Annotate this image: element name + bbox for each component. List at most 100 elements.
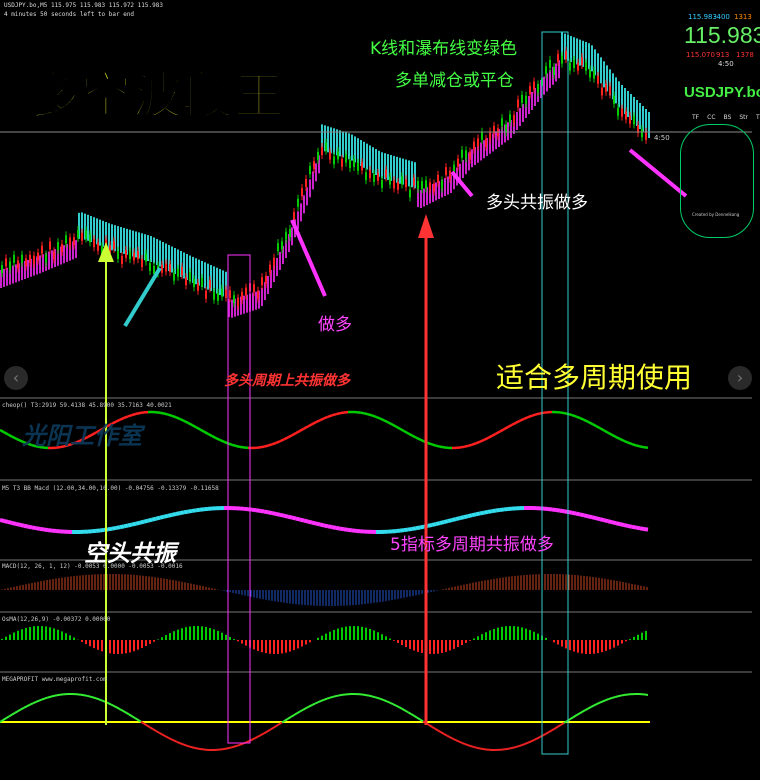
candle-body: [561, 55, 563, 64]
dashboard-tab-cc[interactable]: CC: [707, 114, 715, 121]
candle-body: [613, 95, 615, 104]
candle-body: [537, 84, 539, 93]
waterfall-bar: [183, 252, 185, 279]
megaprofit-segment: [116, 706, 121, 711]
candle-body: [161, 264, 163, 273]
ind1-segment: [383, 419, 389, 424]
ind1-segment: [7, 433, 13, 438]
ind2-segment: [339, 526, 345, 532]
waterfall-bar: [570, 36, 572, 62]
waterfall-bar: [75, 240, 77, 259]
waterfall-bar: [51, 250, 53, 269]
ind2-segment: [127, 522, 133, 528]
candle-body: [305, 178, 307, 187]
scroll-left-icon[interactable]: ‹: [4, 366, 28, 390]
candle-body: [73, 237, 75, 246]
waterfall-bar: [372, 147, 374, 174]
ind2-segment: [315, 521, 321, 527]
candle-body: [153, 265, 155, 274]
candle-body: [1, 265, 3, 274]
candle-body: [401, 176, 403, 185]
megaprofit-segment: [326, 696, 331, 700]
ind2-segment: [295, 516, 301, 522]
ind1-segment: [491, 432, 497, 437]
dashboard-credit: Created by Dennelkang: [692, 212, 740, 217]
megaprofit-segment: [194, 747, 199, 750]
megaprofit-segment: [464, 743, 469, 747]
waterfall-bar: [147, 235, 149, 262]
scroll-right-icon[interactable]: ›: [728, 366, 752, 390]
megaprofit-segment: [5, 715, 10, 720]
waterfall-bar: [255, 291, 257, 310]
ind2-segment: [323, 523, 329, 529]
megaprofit-segment: [89, 695, 94, 699]
ind2-segment: [591, 515, 597, 521]
megaprofit-segment: [161, 733, 166, 737]
megaprofit-segment: [314, 701, 319, 705]
candle-body: [33, 255, 35, 264]
ind2-segment: [579, 512, 585, 518]
ind1-segment: [495, 430, 501, 435]
ind1-segment: [583, 418, 589, 423]
ind1-segment: [279, 438, 285, 443]
megaprofit-segment: [533, 737, 538, 741]
ind2-segment: [195, 507, 201, 513]
megaprofit-segment: [440, 731, 445, 735]
candle-body: [25, 258, 27, 267]
candle-body: [617, 107, 619, 116]
kline-note-line2: 多单减仓或平仓: [395, 71, 514, 91]
ind2-segment: [331, 525, 337, 530]
megaprofit-segment: [596, 701, 601, 705]
dashboard-tab-bs[interactable]: BS: [724, 114, 732, 121]
candle-body: [289, 229, 291, 238]
megaprofit-segment: [8, 713, 13, 718]
ind1-segment: [195, 426, 201, 431]
ind2-segment: [251, 507, 257, 513]
candle-body: [553, 67, 555, 76]
megaprofit-segment: [467, 744, 472, 748]
ind2-segment: [11, 521, 17, 526]
candle-body: [205, 290, 207, 299]
ind1-segment: [499, 428, 505, 433]
megaprofit-segment: [560, 722, 565, 726]
ind2-segment: [559, 508, 565, 514]
megaprofit-segment: [149, 726, 154, 731]
waterfall-bar: [615, 77, 617, 104]
candle-body: [573, 59, 575, 68]
ind1-segment: [567, 412, 573, 417]
waterfall-bar: [231, 299, 233, 318]
candle-body: [409, 189, 411, 198]
megaprofit-segment: [245, 740, 250, 744]
ind1-segment: [263, 444, 269, 448]
candle-body: [225, 289, 227, 298]
ind2-segment: [635, 525, 641, 531]
waterfall-bar: [351, 134, 353, 161]
megaprofit-segment: [35, 699, 40, 703]
dashboard-tab-tf[interactable]: TF: [692, 114, 699, 121]
candle-body: [461, 149, 463, 158]
dashboard-tab-str[interactable]: Str: [739, 114, 748, 121]
megaprofit-segment: [431, 726, 436, 730]
candle-body: [505, 124, 507, 133]
megaprofit-segment: [554, 725, 559, 730]
bull-resonance-label: 多头共振做多: [486, 193, 588, 213]
candle-body: [369, 170, 371, 179]
candle-body: [593, 70, 595, 79]
candle-body: [209, 280, 211, 289]
ind2-segment: [107, 526, 113, 532]
megaprofit-segment: [47, 695, 52, 699]
candle-body: [321, 147, 323, 156]
candle-body: [57, 242, 59, 251]
ind1-segment: [259, 445, 265, 449]
megaprofit-segment: [524, 741, 529, 745]
megaprofit-segment: [113, 705, 118, 709]
megaprofit-segment: [581, 709, 586, 713]
candle-body: [325, 142, 327, 151]
ind2-segment: [419, 524, 425, 530]
ind2-segment: [135, 520, 141, 526]
ind2-segment: [347, 527, 353, 533]
waterfall-bar: [171, 246, 173, 273]
ind1-segment: [135, 411, 141, 416]
dashboard-tab-tr[interactable]: TR: [756, 114, 760, 121]
megaprofit-segment: [365, 694, 370, 697]
